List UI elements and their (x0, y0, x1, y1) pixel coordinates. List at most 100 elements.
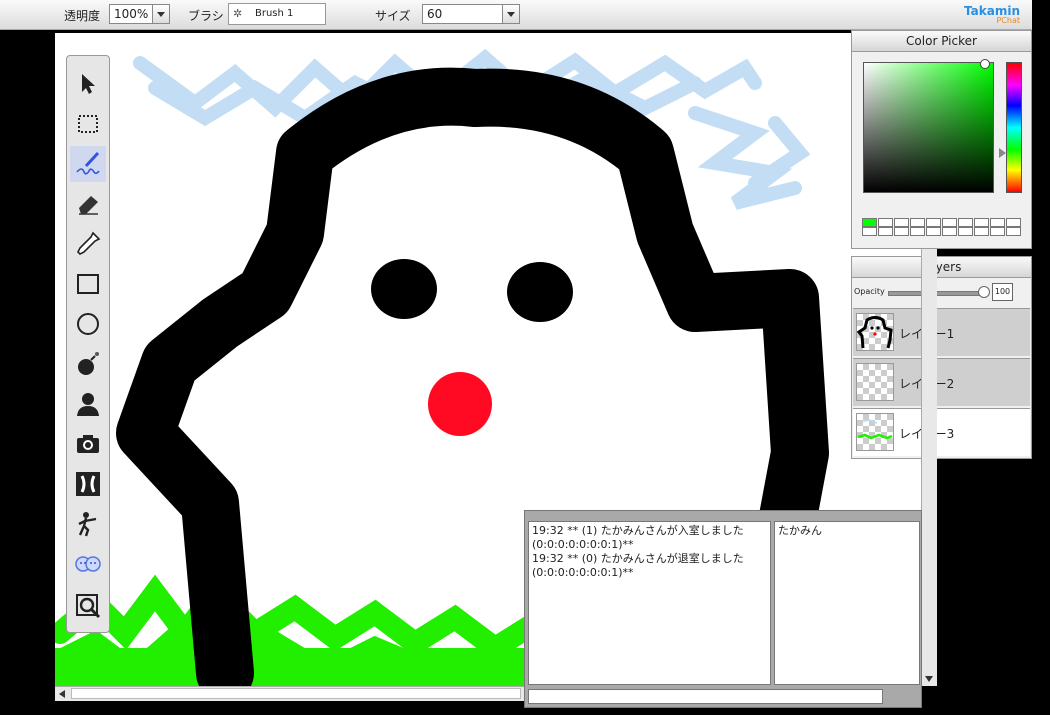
size-value: 60 (427, 7, 443, 21)
grass-thumbnail-icon (857, 419, 893, 440)
color-swatch[interactable] (894, 218, 909, 227)
opacity-label: 透明度 (64, 9, 101, 23)
logo-subtitle: PChat (996, 16, 1020, 25)
rectangle-icon (77, 274, 99, 294)
brush-select[interactable]: ✲ Brush 1 (228, 3, 326, 25)
hue-pointer-icon[interactable] (999, 148, 1006, 158)
layer-opacity-value[interactable]: 100 (992, 283, 1013, 301)
color-swatch[interactable] (974, 227, 989, 236)
logo: Takamin PChat (964, 5, 1020, 25)
eraser-icon (79, 196, 98, 215)
layers-panel: Layers Opacity 100 レイヤー1 レイヤー2 レイヤー3 (851, 256, 1032, 459)
camera-icon (77, 435, 99, 453)
mirror-icon (76, 472, 100, 496)
chat-log: 19:32 ** (1) たかみんさんが入室しました (0:0:0:0:0:0:… (528, 521, 771, 685)
ellipse-icon (77, 313, 99, 335)
eyedropper-tool[interactable] (70, 226, 106, 262)
color-swatch[interactable] (878, 227, 893, 236)
color-swatch[interactable] (990, 227, 1005, 236)
saturation-value-area[interactable] (863, 62, 994, 193)
layer-item-1[interactable]: レイヤー1 (853, 308, 1030, 356)
scroll-down-icon[interactable] (925, 676, 933, 682)
bomb-tool[interactable] (70, 346, 106, 382)
color-swatch[interactable] (910, 227, 925, 236)
color-picker-title: Color Picker (852, 31, 1031, 52)
scrollbar-thumb[interactable] (71, 688, 521, 699)
brush-name: Brush 1 (255, 8, 294, 19)
color-picker-panel: Color Picker (851, 30, 1032, 249)
kick-icon (78, 512, 97, 537)
users-icon (75, 556, 101, 572)
color-swatch[interactable] (1006, 218, 1021, 227)
chat-message: 19:32 ** (1) たかみんさんが入室しました (532, 524, 744, 537)
eyedropper-icon (77, 231, 101, 255)
slider-handle[interactable] (978, 286, 990, 298)
brush-icon (76, 151, 100, 175)
zoom-icon (76, 594, 101, 619)
top-toolbar: 透明度 100% ブラシ ✲ Brush 1 サイズ 60 Takamin PC… (0, 0, 1032, 30)
layer-item-3[interactable]: レイヤー3 (853, 408, 1030, 456)
chat-panel: 19:32 ** (1) たかみんさんが入室しました (0:0:0:0:0:0:… (524, 510, 922, 708)
layer-item-2[interactable]: レイヤー2 (853, 358, 1030, 406)
hue-slider[interactable] (1006, 62, 1022, 193)
chevron-down-icon[interactable] (152, 5, 169, 23)
color-swatch[interactable] (878, 218, 893, 227)
pointer-icon (82, 74, 95, 94)
brush-preview-icon: ✲ (233, 7, 243, 20)
color-swatch[interactable] (910, 218, 925, 227)
layer-thumbnail (856, 313, 894, 351)
size-select[interactable]: 60 (422, 4, 520, 24)
user-list: たかみん (774, 521, 920, 685)
brush-label: ブラシ (188, 9, 224, 23)
chevron-down-icon[interactable] (502, 5, 519, 23)
color-swatch[interactable] (862, 227, 877, 236)
horizontal-scrollbar[interactable] (55, 686, 525, 701)
color-swatch[interactable] (1006, 227, 1021, 236)
chat-input[interactable] (528, 689, 883, 704)
layer-thumbnail (856, 363, 894, 401)
user-list-item[interactable]: たかみん (778, 524, 916, 538)
layers-title: Layers (852, 257, 1031, 278)
color-swatch[interactable] (958, 218, 973, 227)
color-cursor-icon[interactable] (980, 59, 990, 69)
color-swatch[interactable] (974, 218, 989, 227)
users-tool[interactable] (70, 546, 106, 582)
color-swatches (862, 218, 1024, 238)
rectangle-tool[interactable] (70, 266, 106, 302)
pointer-tool[interactable] (70, 66, 106, 102)
ghost-thumbnail-icon (856, 316, 893, 349)
avatar-icon (77, 393, 99, 416)
zoom-tool[interactable] (70, 588, 106, 624)
size-label: サイズ (375, 9, 411, 23)
avatar-tool[interactable] (70, 386, 106, 422)
camera-tool[interactable] (70, 426, 106, 462)
color-swatch[interactable] (862, 218, 877, 227)
mirror-tool[interactable] (70, 466, 106, 502)
chat-message: (0:0:0:0:0:0:0:1)** (532, 566, 634, 579)
color-swatch[interactable] (926, 218, 941, 227)
color-swatch[interactable] (942, 218, 957, 227)
opacity-select[interactable]: 100% (109, 4, 170, 24)
brush-tool[interactable] (70, 146, 106, 182)
scroll-left-icon[interactable] (59, 690, 65, 698)
layer-opacity-label: Opacity (854, 287, 885, 296)
kick-tool[interactable] (70, 506, 106, 542)
chat-message: (0:0:0:0:0:0:0:1)** (532, 538, 634, 551)
select-tool[interactable] (70, 106, 106, 142)
bomb-icon (78, 352, 99, 375)
eraser-tool[interactable] (70, 186, 106, 222)
chat-message: 19:32 ** (0) たかみんさんが退室しました (532, 552, 744, 565)
color-swatch[interactable] (894, 227, 909, 236)
opacity-value: 100% (114, 7, 149, 21)
ellipse-tool[interactable] (70, 306, 106, 342)
color-swatch[interactable] (958, 227, 973, 236)
color-swatch[interactable] (990, 218, 1005, 227)
color-swatch[interactable] (942, 227, 957, 236)
layer-thumbnail (856, 413, 894, 451)
marquee-select-icon (78, 115, 98, 133)
color-swatch[interactable] (926, 227, 941, 236)
layer-opacity-row: Opacity 100 (852, 278, 1031, 306)
vertical-scrollbar[interactable] (921, 249, 937, 686)
tool-palette (66, 55, 110, 633)
layer-opacity-slider[interactable] (888, 291, 986, 296)
